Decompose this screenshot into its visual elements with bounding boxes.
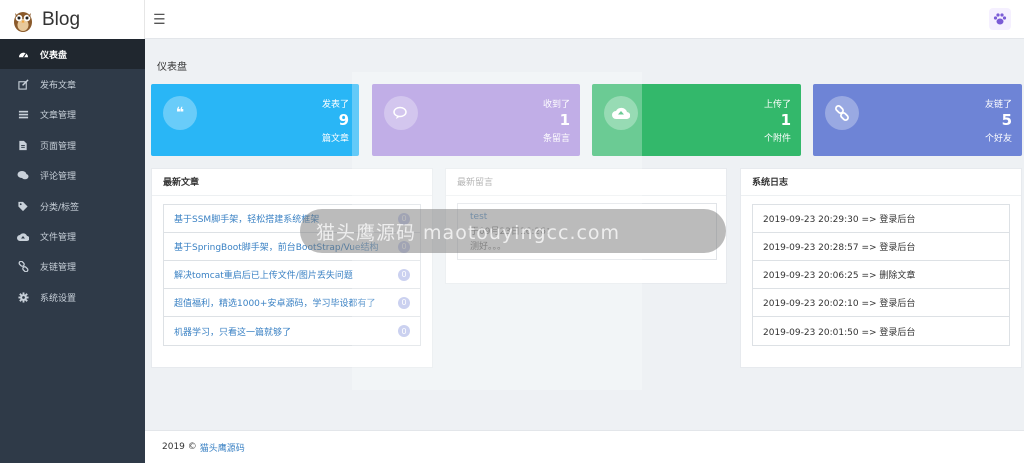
comment-count-badge: 0 bbox=[398, 212, 410, 225]
page-title: 仪表盘 bbox=[157, 62, 187, 73]
comment-count-badge: 0 bbox=[398, 268, 410, 281]
comments-icon bbox=[17, 170, 29, 182]
card-count: 1 bbox=[780, 111, 791, 129]
card-count: 5 bbox=[1001, 111, 1012, 129]
sidebar-item-label: 评论管理 bbox=[40, 172, 77, 183]
comment-count-badge: 0 bbox=[398, 296, 410, 309]
brand-name: Blog bbox=[42, 8, 81, 30]
cloud-upload-icon bbox=[604, 96, 638, 130]
post-link[interactable]: 解决tomcat重启后已上传文件/图片丢失问题 bbox=[174, 268, 353, 281]
comment-author[interactable]: test bbox=[470, 212, 704, 222]
sidebar-item-label: 文章管理 bbox=[40, 111, 77, 122]
brand[interactable]: Blog bbox=[0, 0, 145, 39]
sidebar-item-label: 友链管理 bbox=[40, 263, 77, 274]
latest-posts-list: 基于SSM脚手架，轻松搭建系统框架 0 基于SpringBoot脚手架，前台Boo… bbox=[163, 204, 421, 346]
top-bar: ☰ bbox=[145, 0, 1024, 39]
post-link[interactable]: 基于SpringBoot脚手架，前台BootStrap/Vue结构 bbox=[174, 240, 378, 253]
posts-stat-card[interactable]: ❝ 发表了 9 篇文章 bbox=[151, 84, 359, 156]
comment-count-badge: 0 bbox=[398, 240, 410, 253]
divider bbox=[446, 195, 726, 196]
file-icon bbox=[17, 139, 29, 151]
sidebar: Blog 仪表盘 发布文章 文章管理 页面管理 评论管理 分类/标签 文件管理 … bbox=[0, 0, 145, 463]
comments-icon bbox=[384, 96, 418, 130]
card-count: 1 bbox=[559, 111, 570, 129]
card-line1: 上传了 bbox=[763, 100, 791, 110]
sidebar-item-label: 页面管理 bbox=[40, 141, 77, 152]
comment-count-badge: 0 bbox=[398, 325, 410, 337]
divider bbox=[741, 195, 1021, 196]
paw-icon bbox=[993, 13, 1007, 25]
footer: 2019 © 猫头鹰源码 bbox=[145, 430, 1024, 463]
comment-content: 测好。。。 bbox=[470, 242, 507, 252]
post-link[interactable]: 基于SSM脚手架，轻松搭建系统框架 bbox=[174, 212, 319, 225]
card-line2: 条留言 bbox=[542, 134, 570, 144]
gear-icon bbox=[17, 291, 29, 303]
comment-time: 于09月23日16:26： bbox=[470, 227, 555, 237]
sidebar-item-page-management[interactable]: 页面管理 bbox=[0, 130, 145, 160]
sidebar-item-label: 系统设置 bbox=[40, 293, 77, 304]
list-item[interactable]: 基于SpringBoot脚手架，前台BootStrap/Vue结构 0 bbox=[164, 233, 420, 261]
avatar[interactable] bbox=[989, 8, 1011, 30]
system-log-list: 2019-09-23 20:29:30 => 登录后台 2019-09-23 2… bbox=[752, 204, 1010, 346]
sidebar-item-label: 发布文章 bbox=[40, 81, 77, 92]
sidebar-item-comment-management[interactable]: 评论管理 bbox=[0, 161, 145, 191]
log-entry: 2019-09-23 20:28:57 => 登录后台 bbox=[753, 233, 1009, 261]
card-line1: 友链了 bbox=[984, 100, 1012, 110]
card-line2: 个附件 bbox=[763, 134, 791, 144]
card-count: 9 bbox=[338, 111, 349, 129]
log-entry: 2019-09-23 20:02:10 => 登录后台 bbox=[753, 289, 1009, 317]
card-line1: 收到了 bbox=[542, 100, 570, 110]
post-link[interactable]: 超值福利，精选1000+安卓源码，学习毕设都有了 bbox=[174, 296, 375, 309]
divider bbox=[152, 195, 432, 196]
edit-icon bbox=[17, 79, 29, 91]
cloud-upload-icon bbox=[17, 231, 29, 243]
footer-link[interactable]: 猫头鹰源码 bbox=[200, 441, 245, 454]
card-line1: 发表了 bbox=[321, 100, 349, 110]
dashboard-icon bbox=[17, 48, 29, 60]
owl-logo-icon bbox=[14, 11, 32, 32]
card-line2: 个好友 bbox=[984, 134, 1012, 144]
link-icon bbox=[825, 96, 859, 130]
panel-title: 最新留言 bbox=[457, 178, 494, 188]
sidebar-item-system-settings[interactable]: 系统设置 bbox=[0, 282, 145, 312]
comments-stat-card[interactable]: 收到了 1 条留言 bbox=[372, 84, 580, 156]
sidebar-item-label: 分类/标签 bbox=[40, 202, 80, 213]
system-log-panel: 系统日志 2019-09-23 20:29:30 => 登录后台 2019-09… bbox=[740, 168, 1022, 368]
sidebar-item-categories-tags[interactable]: 分类/标签 bbox=[0, 191, 145, 221]
sidebar-item-file-management[interactable]: 文件管理 bbox=[0, 221, 145, 251]
log-entry: 2019-09-23 20:29:30 => 登录后台 bbox=[753, 205, 1009, 233]
sidebar-nav: 仪表盘 发布文章 文章管理 页面管理 评论管理 分类/标签 文件管理 友链管理 bbox=[0, 39, 145, 313]
sidebar-item-label: 仪表盘 bbox=[40, 50, 68, 61]
panel-title: 最新文章 bbox=[163, 178, 200, 188]
latest-posts-panel: 最新文章 基于SSM脚手架，轻松搭建系统框架 0 基于SpringBoot脚手架，… bbox=[151, 168, 433, 368]
attachments-stat-card[interactable]: 上传了 1 个附件 bbox=[592, 84, 801, 156]
sidebar-item-publish-post[interactable]: 发布文章 bbox=[0, 69, 145, 99]
comment-item[interactable]: test 于09月23日16:26： 测好。。。 bbox=[457, 203, 717, 260]
tags-icon bbox=[17, 200, 29, 212]
friend-links-stat-card[interactable]: 友链了 5 个好友 bbox=[813, 84, 1022, 156]
latest-comments-panel: 最新留言 test 于09月23日16:26： 测好。。。 bbox=[445, 168, 727, 284]
link-icon bbox=[17, 261, 29, 273]
sidebar-item-dashboard[interactable]: 仪表盘 bbox=[0, 39, 145, 70]
post-link[interactable]: 机器学习，只看这一篇就够了 bbox=[174, 325, 291, 338]
panel-title: 系统日志 bbox=[752, 178, 789, 188]
list-item[interactable]: 基于SSM脚手架，轻松搭建系统框架 0 bbox=[164, 205, 420, 233]
sidebar-item-link-management[interactable]: 友链管理 bbox=[0, 252, 145, 282]
log-entry: 2019-09-23 20:06:25 => 删除文章 bbox=[753, 261, 1009, 289]
sidebar-item-post-management[interactable]: 文章管理 bbox=[0, 100, 145, 130]
card-line2: 篇文章 bbox=[321, 134, 349, 144]
list-icon bbox=[17, 109, 29, 121]
footer-copyright: 2019 © bbox=[162, 442, 197, 452]
log-entry: 2019-09-23 20:01:50 => 登录后台 bbox=[763, 327, 916, 338]
list-item[interactable]: 机器学习，只看这一篇就够了 0 bbox=[164, 317, 420, 345]
list-item[interactable]: 解决tomcat重启后已上传文件/图片丢失问题 0 bbox=[164, 261, 420, 289]
quote-icon: ❝ bbox=[163, 96, 197, 130]
menu-toggle-icon[interactable]: ☰ bbox=[153, 12, 166, 28]
list-item[interactable]: 超值福利，精选1000+安卓源码，学习毕设都有了 0 bbox=[164, 289, 420, 317]
sidebar-item-label: 文件管理 bbox=[40, 233, 77, 244]
